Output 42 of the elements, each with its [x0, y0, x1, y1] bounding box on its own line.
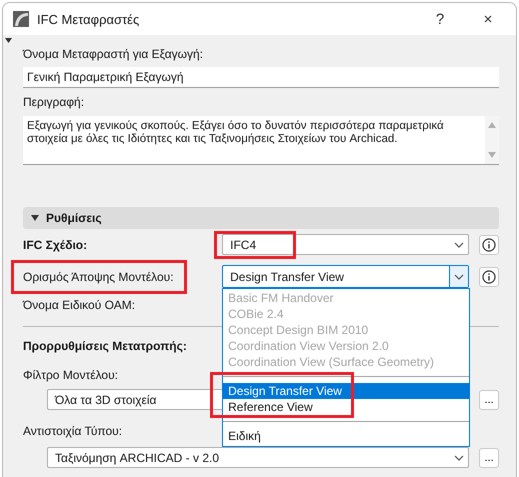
field-label: Περιγραφή: — [23, 94, 84, 110]
setting-label: Όνομα Ειδικού ΟΑΜ: — [23, 297, 136, 313]
info-button[interactable] — [479, 234, 499, 254]
group-title: Προρρυθμίσεις Μετατροπής: — [23, 338, 187, 354]
setting-label: IFC Σχέδιο: — [23, 236, 88, 252]
dropdown-option: Basic FM Handover — [223, 290, 470, 306]
chevron-down-icon — [454, 242, 464, 248]
name-input-field[interactable]: Γενική Παραμετρική Εξαγωγή — [23, 67, 499, 88]
select-value: Ταξινόμηση ARCHICAD - v 2.0 — [54, 450, 220, 464]
section-title: Ρυθμίσεις — [46, 211, 102, 225]
dropdown-option: Concept Design BIM 2010 — [223, 322, 470, 338]
description-text: Εξαγωγή για γενικούς σκοπούς. Εξάγει όσο το δυνατόν περισσότερα παραμετρικά στοιχεία με όλες τις Ιδιότητες και τις Ταξινομήσεις Στοιχείων του Archicad. — [26, 119, 445, 147]
chevron-down-icon — [454, 454, 464, 460]
field-label: Φίλτρο Μοντέλου: — [23, 367, 118, 383]
dropdown-option: Coordination View (Surface Geometry) — [223, 354, 470, 370]
dropdown-select[interactable]: IFC4 — [222, 234, 470, 255]
chevron-down-icon — [454, 274, 464, 280]
close-button[interactable]: × — [468, 10, 508, 28]
info-icon — [482, 270, 496, 284]
select-value: Όλα τα 3D στοιχεία — [54, 392, 156, 406]
field-label: Αντιστοιχία Τύπου: — [23, 423, 122, 439]
more-button[interactable]: ... — [479, 448, 499, 468]
more-button[interactable]: ... — [479, 390, 499, 410]
window-title: IFC Μεταφραστές — [37, 12, 140, 26]
dropdown-option[interactable]: Design Transfer View — [223, 383, 470, 399]
setting-label: Ορισμός Άποψης Μοντέλου: — [23, 268, 174, 284]
help-button[interactable]: ? — [420, 10, 460, 28]
dropdown-select[interactable]: Design Transfer View — [222, 265, 470, 288]
select-value: Design Transfer View — [229, 270, 344, 284]
field-label: Όνομα Μεταφραστή για Εξαγωγή: — [23, 46, 204, 62]
info-button[interactable] — [479, 266, 499, 286]
info-icon — [482, 238, 496, 252]
section-header[interactable]: Ρυθμίσεις — [23, 207, 499, 229]
dropdown-option[interactable]: Reference View — [223, 399, 470, 415]
select-value: IFC4 — [229, 238, 256, 252]
collapse-arrow-icon[interactable] — [5, 38, 12, 43]
dropdown-option: Coordination View Version 2.0 — [223, 338, 470, 354]
dropdown-option[interactable]: Ειδική — [223, 428, 470, 444]
dropdown-option: COBie 2.4 — [223, 306, 470, 322]
dropdown-select[interactable]: Ταξινόμηση ARCHICAD - v 2.0 — [47, 447, 470, 468]
description-field[interactable]: Εξαγωγή για γενικούς σκοπούς. Εξάγει όσο το δυνατόν περισσότερα παραμετρικά στοιχεία με όλες τις Ιδιότητες και τις Ταξινομήσεις Στοιχείων του Archicad. — [23, 116, 499, 165]
app-logo-icon — [13, 11, 29, 27]
